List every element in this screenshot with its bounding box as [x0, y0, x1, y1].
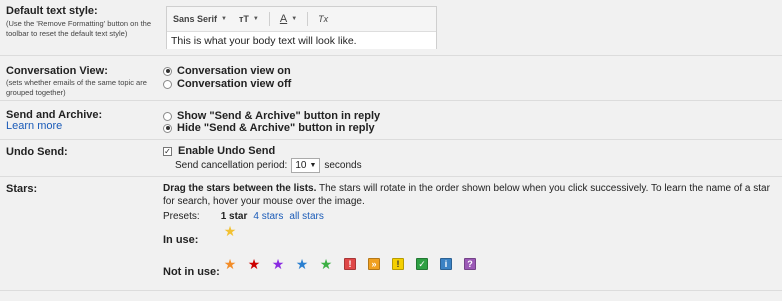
- send-cancellation-period-label: Send cancellation period:: [175, 160, 288, 171]
- preset-1-star[interactable]: 1 star: [221, 211, 248, 222]
- conversation-view-off-radio[interactable]: Conversation view off: [163, 78, 291, 90]
- not-in-use-star-icon[interactable]: ★: [248, 257, 261, 271]
- not-in-use-bang-icon[interactable]: !: [344, 258, 356, 270]
- conversation-view-on-label: Conversation view on: [177, 65, 291, 77]
- text-color-dropdown[interactable]: A ▼: [274, 7, 303, 31]
- preset-4-stars[interactable]: 4 stars: [253, 211, 283, 222]
- not-in-use-bang-icon[interactable]: !: [392, 258, 404, 270]
- conversation-view-row: Conversation View: (sets whether emails …: [0, 56, 782, 101]
- send-archive-row: Send and Archive: Learn more Show "Send …: [0, 101, 782, 140]
- learn-more-link[interactable]: Learn more: [6, 120, 62, 132]
- enable-undo-send-label: Enable Undo Send: [178, 145, 276, 157]
- checkbox-checked-icon: ✓: [163, 146, 172, 156]
- conversation-view-description: (sets whether emails of the same topic a…: [6, 78, 147, 97]
- undo-send-label: Undo Send:: [6, 146, 68, 158]
- radio-selected-icon: [163, 123, 172, 133]
- not-in-use-star-icon[interactable]: ★: [224, 257, 237, 271]
- not-in-use-star-icon[interactable]: ★: [296, 257, 309, 271]
- hide-send-archive-radio[interactable]: Hide "Send & Archive" button in reply: [163, 122, 375, 134]
- send-cancellation-period: Send cancellation period: 10 ▼ seconds: [175, 158, 362, 173]
- cancellation-period-value: 10: [295, 160, 307, 171]
- in-use-label: In use:: [163, 234, 199, 246]
- undo-send-row: Undo Send: ✓ Enable Undo Send Send cance…: [0, 140, 782, 177]
- chevron-down-icon: ▼: [291, 16, 298, 22]
- radio-unselected-icon: [163, 79, 172, 89]
- default-text-style-row: Default text style: (Use the 'Remove For…: [0, 0, 782, 56]
- cancellation-period-unit: seconds: [324, 160, 362, 171]
- remove-formatting-button[interactable]: Tx: [312, 7, 334, 31]
- conversation-view-off-label: Conversation view off: [177, 78, 292, 90]
- in-use-star-icon[interactable]: ★: [224, 224, 237, 238]
- stars-intro-bold: Drag the stars between the lists.: [163, 183, 317, 194]
- preset-all-stars[interactable]: all stars: [289, 211, 323, 222]
- hide-send-archive-label: Hide "Send & Archive" button in reply: [177, 122, 375, 134]
- not-in-use-icons: ★ ★ ★ ★ ★! »! ✓ i?: [224, 257, 488, 271]
- toolbar-divider: [307, 12, 309, 26]
- conversation-view-label: Conversation View:: [6, 65, 108, 77]
- presets-label: Presets:: [163, 211, 200, 222]
- not-in-use-check-icon[interactable]: ✓: [416, 258, 428, 270]
- editor-toolbar: Sans Serif ▼ тT ▼ A ▼ Tx: [167, 7, 436, 31]
- font-family-value: Sans Serif: [173, 14, 218, 24]
- default-text-style-description: (Use the 'Remove Formatting' button on t…: [6, 19, 152, 38]
- show-send-archive-label: Show "Send & Archive" button in reply: [177, 110, 381, 122]
- radio-selected-icon: [163, 66, 172, 76]
- stars-label: Stars:: [6, 183, 38, 195]
- in-use-icons: ★: [224, 224, 248, 238]
- not-in-use-star-icon[interactable]: ★: [272, 257, 285, 271]
- not-in-use-question-icon[interactable]: ?: [464, 258, 476, 270]
- text-color-icon: A: [279, 13, 288, 25]
- not-in-use-info-icon[interactable]: i: [440, 258, 452, 270]
- enable-undo-send-checkbox[interactable]: ✓ Enable Undo Send: [163, 145, 275, 157]
- conversation-view-on-radio[interactable]: Conversation view on: [163, 65, 291, 77]
- cancellation-period-select[interactable]: 10 ▼: [291, 158, 321, 173]
- star-presets: Presets: 1 star 4 stars all stars: [163, 211, 330, 222]
- radio-unselected-icon: [163, 111, 172, 121]
- remove-formatting-icon: Tx: [318, 14, 329, 24]
- stars-intro: Drag the stars between the lists. The st…: [163, 182, 773, 208]
- not-in-use-guillemet-icon[interactable]: »: [368, 258, 380, 270]
- toolbar-divider: [268, 12, 270, 26]
- not-in-use-label: Not in use:: [163, 266, 220, 278]
- default-text-style-label: Default text style:: [6, 5, 98, 17]
- stars-row: Stars: Drag the stars between the lists.…: [0, 177, 782, 291]
- show-send-archive-radio[interactable]: Show "Send & Archive" button in reply: [163, 110, 380, 122]
- font-size-dropdown[interactable]: тT ▼: [233, 7, 265, 31]
- not-in-use-star-icon[interactable]: ★: [320, 257, 333, 271]
- font-family-dropdown[interactable]: Sans Serif ▼: [167, 7, 233, 31]
- chevron-down-icon: ▼: [252, 16, 259, 22]
- chevron-down-icon: ▼: [221, 16, 227, 22]
- text-style-editor: Sans Serif ▼ тT ▼ A ▼ Tx This is what yo…: [166, 6, 437, 49]
- chevron-down-icon: ▼: [309, 162, 317, 169]
- text-size-icon: тT: [238, 14, 249, 24]
- text-style-preview[interactable]: This is what your body text will look li…: [167, 31, 436, 49]
